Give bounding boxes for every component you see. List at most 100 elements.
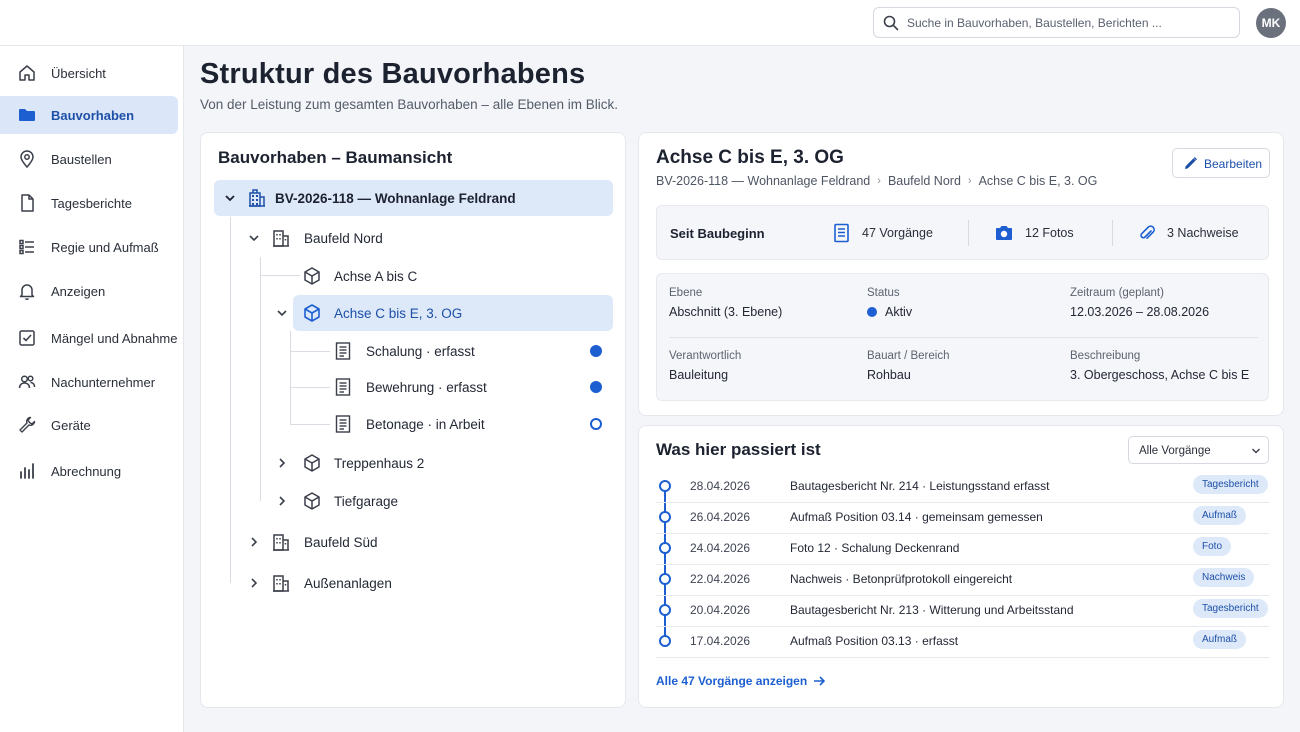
tree-title: Bauvorhaben – Baumansicht bbox=[218, 148, 453, 167]
timeline-dot bbox=[659, 573, 671, 585]
search-input[interactable] bbox=[907, 8, 1232, 37]
top-bar: MK bbox=[0, 0, 1300, 46]
tree-node-achse-c-e[interactable]: Achse C bis E, 3. OG bbox=[293, 295, 613, 331]
timeline-dot bbox=[659, 511, 671, 523]
avatar[interactable]: MK bbox=[1256, 8, 1286, 38]
activity-text: Nachweis · Betonprüfprotokoll eingereich… bbox=[790, 572, 1013, 586]
activity-filter-select[interactable]: Alle Vorgänge bbox=[1128, 436, 1269, 464]
tree-leaf-betonage[interactable]: Betonage · in Arbeit bbox=[323, 406, 613, 442]
field-label: Zeitraum (geplant) bbox=[1070, 287, 1164, 299]
activity-date: 24.04.2026 bbox=[690, 541, 751, 555]
tree-node-root[interactable]: BV-2026-118 — Wohnanlage Feldrand bbox=[214, 180, 613, 216]
tree-node-achse-a-c[interactable]: Achse A bis C bbox=[293, 258, 613, 294]
show-all-link[interactable]: Alle 47 Vorgänge anzeigen bbox=[656, 674, 826, 688]
sidebar-item-tagesberichte[interactable]: Tagesberichte bbox=[0, 184, 178, 222]
sidebar-item-label: Tagesberichte bbox=[51, 195, 132, 211]
chevron-down-icon[interactable] bbox=[224, 192, 236, 204]
field-ebene: Ebene Abschnitt (3. Ebene) bbox=[669, 287, 782, 319]
sidebar-item-label: Regie und Aufmaß bbox=[51, 239, 159, 255]
breadcrumb-item[interactable]: Baufeld Nord bbox=[888, 174, 961, 188]
breadcrumb-item[interactable]: BV-2026-118 — Wohnanlage Feldrand bbox=[656, 174, 870, 188]
activity-text: Bautagesbericht Nr. 213 · Witterung und … bbox=[790, 603, 1074, 617]
document-lines-icon bbox=[333, 377, 353, 397]
search-icon bbox=[883, 15, 899, 31]
timeline-dot bbox=[659, 604, 671, 616]
tree-toggle[interactable] bbox=[261, 295, 293, 331]
activity-row[interactable]: 28.04.2026 Bautagesbericht Nr. 214 · Lei… bbox=[656, 472, 1269, 503]
field-value: Abschnitt (3. Ebene) bbox=[669, 305, 783, 319]
tree-node-baufeld-sued[interactable]: Baufeld Süd bbox=[214, 524, 613, 560]
building-outline-icon bbox=[271, 532, 291, 552]
search-box[interactable] bbox=[873, 7, 1240, 38]
chevron-right-icon[interactable] bbox=[276, 495, 288, 507]
show-all-label: Alle 47 Vorgänge anzeigen bbox=[656, 674, 808, 688]
activity-date: 22.04.2026 bbox=[690, 572, 751, 586]
field-label: Bauart / Bereich bbox=[867, 350, 950, 362]
checkbox-icon bbox=[17, 328, 37, 348]
tree-leaf-bewehrung[interactable]: Bewehrung · erfasst bbox=[323, 369, 613, 405]
cube-icon bbox=[302, 303, 322, 323]
filter-value: Alle Vorgänge bbox=[1139, 445, 1211, 457]
edit-button[interactable]: Bearbeiten bbox=[1172, 148, 1270, 178]
activity-date: 20.04.2026 bbox=[690, 603, 751, 617]
timeline-dot bbox=[659, 542, 671, 554]
cube-icon bbox=[302, 491, 322, 511]
sidebar-item-label: Bauvorhaben bbox=[51, 107, 135, 123]
tree-node-label: Achse A bis C bbox=[334, 268, 418, 284]
activity-row[interactable]: 26.04.2026 Aufmaß Position 03.14 · gemei… bbox=[656, 503, 1269, 534]
field-zeitraum: Zeitraum (geplant) 12.03.2026 – 28.08.20… bbox=[1070, 287, 1209, 319]
sidebar-item-bauvorhaben[interactable]: Bauvorhaben bbox=[0, 96, 178, 134]
activity-row[interactable]: 22.04.2026 Nachweis · Betonprüfprotokoll… bbox=[656, 565, 1269, 596]
sidebar-item-label: Übersicht bbox=[51, 65, 106, 81]
camera-icon bbox=[994, 223, 1014, 243]
sidebar-item-uebersicht[interactable]: Übersicht bbox=[0, 54, 178, 92]
tree-node-label: Bewehrung · erfasst bbox=[366, 379, 487, 395]
tree-leaf-schalung[interactable]: Schalung · erfasst bbox=[323, 333, 613, 369]
sidebar-item-anzeigen[interactable]: Anzeigen bbox=[0, 272, 178, 310]
cube-icon bbox=[302, 453, 322, 473]
activity-date: 28.04.2026 bbox=[690, 479, 751, 493]
chevron-down-icon[interactable] bbox=[248, 232, 260, 244]
breadcrumb: BV-2026-118 — Wohnanlage Feldrand › Bauf… bbox=[656, 174, 1097, 188]
chevron-down-icon bbox=[1251, 447, 1261, 455]
tree-node-label: Treppenhaus 2 bbox=[334, 455, 425, 471]
status-dot-done bbox=[590, 345, 602, 357]
sidebar: Übersicht Bauvorhaben Baustellen Tagesbe… bbox=[0, 46, 184, 732]
activity-text: Aufmaß Position 03.14 · gemeinsam gemess… bbox=[790, 510, 1043, 524]
stat-label: 3 Nachweise bbox=[1167, 226, 1239, 240]
sidebar-item-geraete[interactable]: Geräte bbox=[0, 406, 178, 444]
activity-tag: Aufmaß bbox=[1193, 630, 1247, 649]
activity-text: Aufmaß Position 03.13 · erfasst bbox=[790, 634, 959, 648]
tree-node-label: Schalung · erfasst bbox=[366, 343, 475, 359]
sidebar-item-label: Nachunternehmer bbox=[51, 374, 156, 390]
tree-node-label: Tiefgarage bbox=[334, 493, 399, 509]
chevron-right-icon[interactable] bbox=[276, 457, 288, 469]
field-value: 3. Obergeschoss, Achse C bis E bbox=[1070, 368, 1250, 382]
activity-row[interactable]: 20.04.2026 Bautagesbericht Nr. 213 · Wit… bbox=[656, 596, 1269, 627]
sidebar-item-maengel-abnahme[interactable]: Mängel und Abnahme bbox=[0, 319, 178, 357]
sidebar-item-nachunternehmer[interactable]: Nachunternehmer bbox=[0, 363, 178, 401]
tree-node-baufeld-nord[interactable]: Baufeld Nord bbox=[214, 220, 613, 256]
bell-icon bbox=[17, 281, 37, 301]
activity-row[interactable]: 17.04.2026 Aufmaß Position 03.13 · erfas… bbox=[656, 627, 1269, 658]
sidebar-item-abrechnung[interactable]: Abrechnung bbox=[0, 452, 178, 490]
chevron-right-icon[interactable] bbox=[248, 536, 260, 548]
tree-node-tiefgarage[interactable]: Tiefgarage bbox=[261, 483, 613, 519]
tree-node-treppenhaus[interactable]: Treppenhaus 2 bbox=[261, 445, 613, 481]
sidebar-item-regie-aufmass[interactable]: Regie und Aufmaß bbox=[0, 228, 178, 266]
chevron-right-icon[interactable] bbox=[248, 577, 260, 589]
status-dot-in-progress bbox=[590, 418, 602, 430]
divider bbox=[1112, 220, 1113, 246]
chevron-down-icon[interactable] bbox=[276, 307, 288, 319]
field-bauart: Bauart / Bereich Rohbau bbox=[867, 350, 949, 382]
sidebar-item-baustellen[interactable]: Baustellen bbox=[0, 140, 178, 178]
sidebar-item-label: Geräte bbox=[51, 417, 91, 433]
activity-title: Was hier passiert ist bbox=[656, 440, 821, 459]
activity-tag: Tagesbericht bbox=[1193, 599, 1268, 618]
tree-node-label: Betonage · in Arbeit bbox=[366, 416, 485, 432]
detail-panel: Achse C bis E, 3. OG BV-2026-118 — Wohna… bbox=[638, 132, 1284, 416]
field-value: Bauleitung bbox=[669, 368, 729, 382]
tree-node-aussenanlagen[interactable]: Außenanlagen bbox=[214, 565, 613, 601]
activity-row[interactable]: 24.04.2026 Foto 12 · Schalung Deckenrand… bbox=[656, 534, 1269, 565]
tree-line bbox=[290, 331, 291, 425]
